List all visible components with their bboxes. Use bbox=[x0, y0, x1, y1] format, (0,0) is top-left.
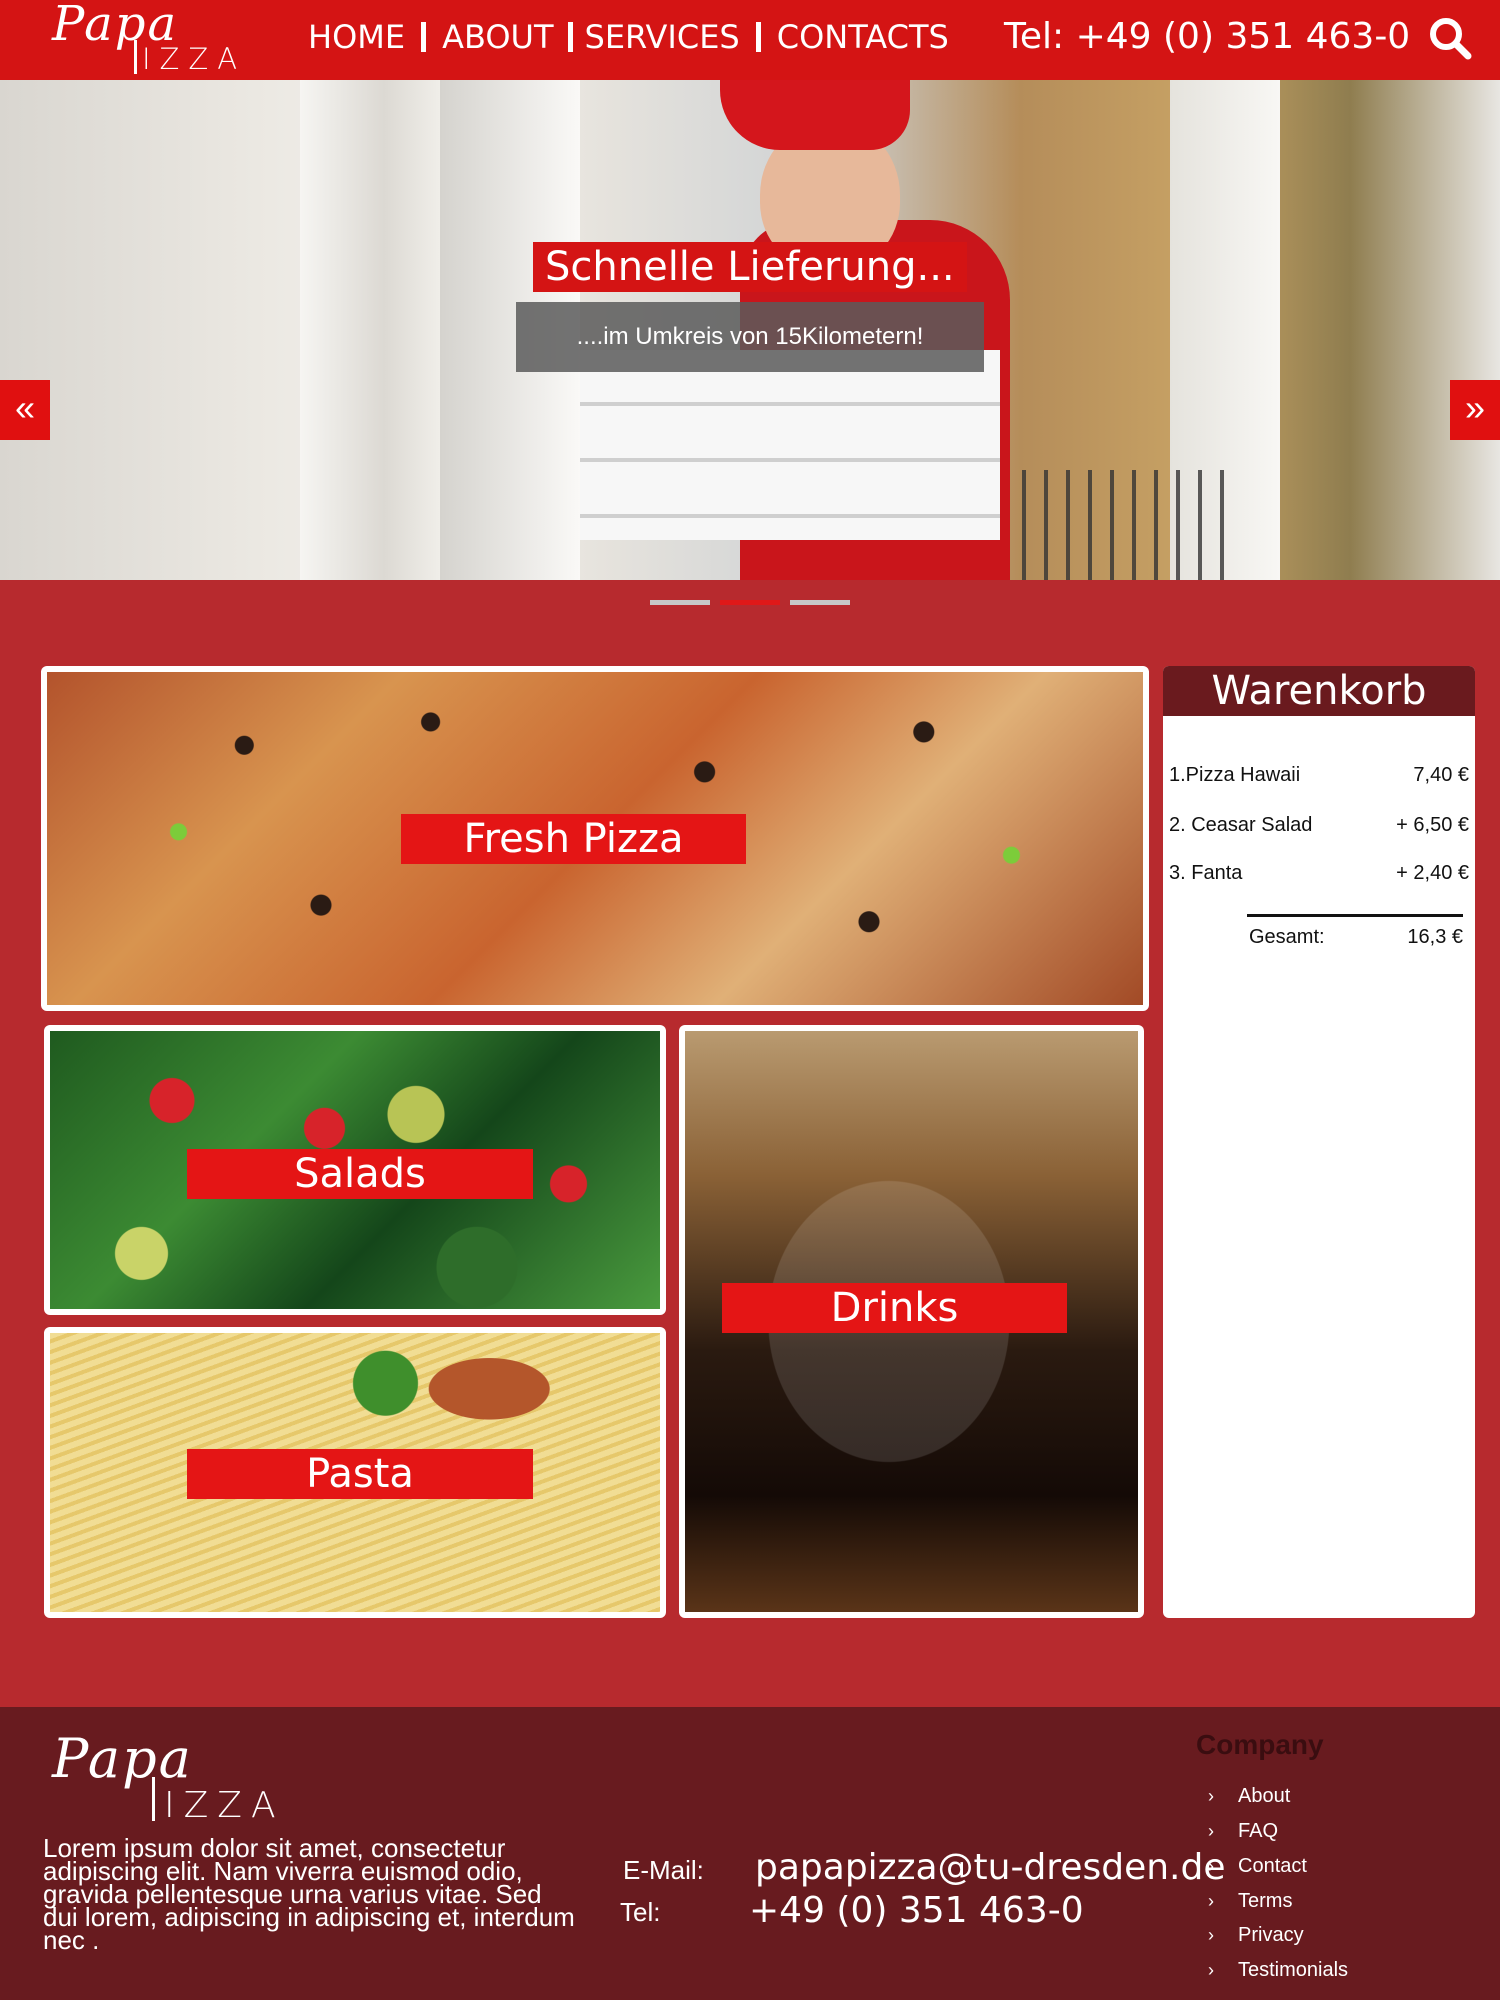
cart-item-name: 1.Pizza Hawaii bbox=[1169, 764, 1301, 786]
delivery-person-cap bbox=[720, 80, 910, 150]
logo-stroke bbox=[134, 40, 137, 74]
chevron-right-icon: › bbox=[1208, 1925, 1214, 1945]
hero-door bbox=[300, 80, 440, 580]
shopping-cart: Warenkorb 1.Pizza Hawaii 7,40 € 2. Ceasa… bbox=[1163, 666, 1475, 1618]
nav-about[interactable]: ABOUT bbox=[442, 18, 553, 56]
cart-item[interactable]: 2. Ceasar Salad + 6,50 € bbox=[1169, 814, 1469, 837]
nav-separator bbox=[755, 22, 761, 52]
footer-link-label: FAQ bbox=[1238, 1820, 1279, 1842]
tile-label-pasta: Pasta bbox=[187, 1449, 533, 1499]
cart-divider bbox=[1247, 914, 1463, 917]
footer-link-label: Testimonials bbox=[1238, 1959, 1349, 1981]
cart-item-name: 2. Ceasar Salad bbox=[1169, 814, 1313, 836]
slider-dot-1[interactable] bbox=[650, 600, 710, 605]
tile-salads[interactable]: Salads bbox=[44, 1025, 666, 1315]
cart-item[interactable]: 3. Fanta + 2,40 € bbox=[1169, 862, 1469, 885]
tile-label-pizza: Fresh Pizza bbox=[401, 814, 746, 864]
chevron-right-icon: › bbox=[1208, 1891, 1214, 1911]
tile-pasta[interactable]: Pasta bbox=[44, 1327, 666, 1618]
cart-title: Warenkorb bbox=[1163, 666, 1475, 716]
footer-link-label: Contact bbox=[1238, 1855, 1307, 1877]
search-icon[interactable] bbox=[1426, 14, 1474, 62]
tile-label-salads: Salads bbox=[187, 1149, 533, 1199]
cart-total: Gesamt: 16,3 € bbox=[1249, 926, 1463, 949]
footer-link-label: Privacy bbox=[1238, 1924, 1304, 1946]
slider-dot-3[interactable] bbox=[790, 600, 850, 605]
cart-item-price: 7,40 € bbox=[1413, 764, 1469, 786]
slider-next-button[interactable]: » bbox=[1450, 380, 1500, 440]
nav-separator bbox=[421, 22, 427, 52]
footer-link-testimonials[interactable]: › Testimonials bbox=[1208, 1959, 1348, 1982]
email-value[interactable]: papapizza@tu-dresden.de bbox=[755, 1847, 1225, 1888]
logo-izza: IZZA bbox=[142, 42, 247, 76]
cart-item-price: + 6,50 € bbox=[1396, 814, 1469, 836]
footer-description: Lorem ipsum dolor sit amet, consectetur … bbox=[43, 1833, 575, 1955]
main-nav: HOME ABOUT SERVICES CONTACTS bbox=[308, 18, 949, 56]
tile-fresh-pizza[interactable]: Fresh Pizza bbox=[41, 666, 1149, 1011]
tile-drinks[interactable]: Drinks bbox=[679, 1025, 1144, 1618]
footer-logo[interactable]: Papa IZZA bbox=[52, 1727, 342, 1827]
logo-izza: IZZA bbox=[164, 1785, 285, 1826]
footer-link-about[interactable]: › About bbox=[1208, 1785, 1290, 1808]
logo-stroke bbox=[152, 1777, 155, 1821]
logo-papa: Papa bbox=[52, 1727, 193, 1790]
chevron-right-icon: › bbox=[1208, 1960, 1214, 1980]
slider-dot-2[interactable] bbox=[720, 600, 780, 605]
hero-subtitle: ....im Umkreis von 15Kilometern! bbox=[516, 302, 984, 372]
footer-link-contact[interactable]: › Contact bbox=[1208, 1855, 1307, 1878]
cart-total-label: Gesamt: bbox=[1249, 926, 1325, 948]
logo[interactable]: Papa IZZA bbox=[52, 0, 292, 78]
footer-link-label: Terms bbox=[1238, 1890, 1293, 1912]
footer-link-terms[interactable]: › Terms bbox=[1208, 1890, 1292, 1913]
cart-item-name: 3. Fanta bbox=[1169, 862, 1243, 884]
email-label: E-Mail: bbox=[623, 1855, 704, 1885]
footer-link-label: About bbox=[1238, 1785, 1291, 1807]
cart-total-value: 16,3 € bbox=[1407, 926, 1463, 948]
footer-link-privacy[interactable]: › Privacy bbox=[1208, 1924, 1304, 1947]
nav-services[interactable]: SERVICES bbox=[585, 18, 740, 56]
header-phone[interactable]: Tel: +49 (0) 351 463-0 bbox=[1004, 16, 1410, 57]
footer: Papa IZZA Lorem ipsum dolor sit amet, co… bbox=[0, 1707, 1500, 2000]
pizza-boxes bbox=[580, 350, 1000, 540]
footer-link-faq[interactable]: › FAQ bbox=[1208, 1820, 1278, 1843]
nav-contacts[interactable]: CONTACTS bbox=[777, 18, 949, 56]
header: Papa IZZA HOME ABOUT SERVICES CONTACTS T… bbox=[0, 0, 1500, 80]
slider-dots bbox=[650, 600, 850, 605]
chevron-right-icon: › bbox=[1208, 1821, 1214, 1841]
hero-title: Schnelle Lieferung... bbox=[533, 242, 967, 292]
hero-fence bbox=[1000, 470, 1230, 580]
hero-slider: Schnelle Lieferung... ....im Umkreis von… bbox=[0, 80, 1500, 580]
cart-item[interactable]: 1.Pizza Hawaii 7,40 € bbox=[1169, 764, 1469, 787]
company-heading: Company bbox=[1196, 1729, 1324, 1760]
tile-label-drinks: Drinks bbox=[722, 1283, 1067, 1333]
chevron-right-icon: › bbox=[1208, 1856, 1214, 1876]
tel-value[interactable]: +49 (0) 351 463-0 bbox=[749, 1890, 1084, 1931]
chevron-right-icon: › bbox=[1208, 1786, 1214, 1806]
tel-label: Tel: bbox=[620, 1897, 661, 1927]
cart-item-price: + 2,40 € bbox=[1396, 862, 1469, 884]
slider-prev-button[interactable]: « bbox=[0, 380, 50, 440]
nav-home[interactable]: HOME bbox=[308, 18, 405, 56]
nav-separator bbox=[567, 22, 573, 52]
